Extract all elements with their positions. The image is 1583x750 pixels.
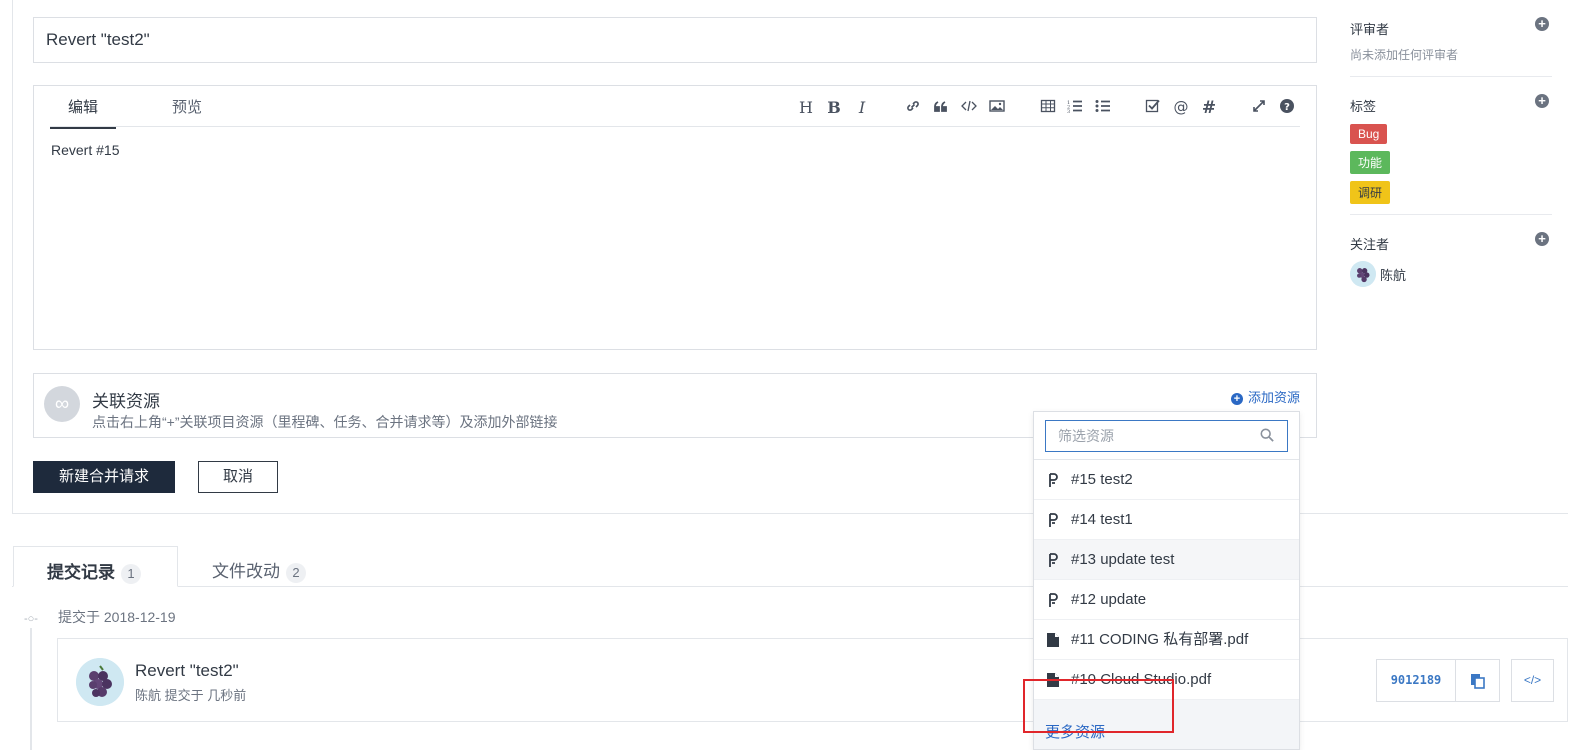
resource-search-wrap <box>1034 412 1299 460</box>
resource-item[interactable]: #11 CODING 私有部署.pdf <box>1034 620 1299 660</box>
add-resource-button[interactable]: + 添加资源 <box>1230 387 1300 406</box>
svg-text:?: ? <box>1284 102 1290 113</box>
unordered-list-icon[interactable] <box>1093 98 1113 114</box>
resource-item[interactable]: #14 test1 <box>1034 500 1299 540</box>
resource-item[interactable]: #15 test2 <box>1034 460 1299 500</box>
timeline-line <box>30 628 32 750</box>
label-bug[interactable]: Bug <box>1350 124 1388 144</box>
resource-item[interactable]: #13 update test <box>1034 540 1299 580</box>
merge-request-icon <box>1049 473 1058 487</box>
code-icon: </> <box>1523 673 1542 687</box>
add-resource-label: 添加资源 <box>1247 390 1300 405</box>
merge-request-icon <box>1049 513 1058 527</box>
resource-item[interactable]: #10 Cloud Studio.pdf <box>1034 660 1299 700</box>
fullscreen-icon[interactable] <box>1249 98 1269 114</box>
reviewers-title: 评审者 <box>1350 22 1390 37</box>
linked-resources-description: 点击右上角“+”关联项目资源（里程碑、任务、合并请求等）及添加外部链接 <box>92 414 558 430</box>
search-icon <box>1260 428 1274 442</box>
avatar <box>1350 261 1376 287</box>
cancel-button[interactable]: 取消 <box>198 461 278 493</box>
watchers-section: 关注者 + 陈航 <box>1350 232 1552 287</box>
file-icon <box>1047 673 1059 687</box>
ordered-list-icon[interactable]: 123 <box>1065 98 1085 114</box>
help-icon[interactable]: ? <box>1277 98 1297 114</box>
tab-files-label: 文件改动 2 <box>212 557 306 583</box>
avatar <box>76 658 124 706</box>
labels-title: 标签 <box>1350 99 1377 114</box>
add-reviewer-icon[interactable]: + <box>1535 17 1549 31</box>
bold-icon[interactable]: B <box>824 98 844 117</box>
tab-file-changes[interactable]: 文件改动 2 <box>212 546 342 587</box>
sidebar-divider <box>1350 214 1552 215</box>
image-icon[interactable] <box>987 98 1007 114</box>
table-icon[interactable] <box>1038 98 1058 114</box>
resource-item[interactable]: #12 update <box>1034 580 1299 620</box>
commit-row: Revert "test2" 陈航 提交于 几秒前 9012189 </> <box>57 638 1568 722</box>
code-icon[interactable] <box>959 98 979 114</box>
watchers-title: 关注者 <box>1350 237 1390 252</box>
plus-icon: + <box>1230 393 1243 405</box>
tab-commits[interactable]: 提交记录 1 <box>13 546 178 587</box>
watcher-name: 陈航 <box>1380 267 1407 283</box>
commit-sha-link[interactable]: 9012189 <box>1376 659 1456 702</box>
commit-title[interactable]: Revert "test2" <box>135 661 239 681</box>
commit-meta: 陈航 提交于 几秒前 <box>135 688 247 703</box>
commit-count-badge: 1 <box>121 564 141 584</box>
mention-icon[interactable]: @ <box>1171 98 1191 116</box>
merge-request-icon <box>1049 553 1058 567</box>
timeline-node-icon: -○- <box>24 613 38 625</box>
copy-sha-button[interactable] <box>1455 659 1500 702</box>
create-merge-request-button[interactable]: 新建合并请求 <box>33 461 175 493</box>
description-textarea[interactable]: Revert #15 <box>51 142 119 158</box>
label-feature[interactable]: 功能 <box>1350 151 1391 174</box>
linked-resources-title: 关联资源 <box>92 392 160 411</box>
resource-search-input[interactable] <box>1045 420 1288 452</box>
hash-icon[interactable]: # <box>1199 98 1219 118</box>
merge-request-icon <box>1049 593 1058 607</box>
title-input[interactable]: Revert "test2" <box>33 17 1317 63</box>
italic-icon[interactable]: I <box>852 98 872 117</box>
add-label-icon[interactable]: + <box>1535 94 1549 108</box>
quote-icon[interactable] <box>931 98 951 114</box>
sidebar-divider <box>1350 76 1552 77</box>
resource-dropdown: #15 test2 #14 test1 #13 update test #12 … <box>1033 411 1300 750</box>
reviewers-section: 评审者 + 尚未添加任何评审者 <box>1350 17 1552 63</box>
link-icon[interactable] <box>903 98 923 114</box>
checkbox-icon[interactable] <box>1143 98 1163 114</box>
svg-text:3: 3 <box>1067 109 1070 114</box>
copy-icon <box>1471 674 1485 689</box>
label-research[interactable]: 调研 <box>1350 181 1391 204</box>
infinity-link-icon: ∞ <box>44 386 80 422</box>
file-icon <box>1047 633 1059 647</box>
description-editor: 编辑 预览 H B I 123 @ # ? Revert #15 <box>33 85 1317 350</box>
editor-toolbar: H B I 123 @ # ? <box>34 98 1318 118</box>
file-count-badge: 2 <box>286 563 306 583</box>
browse-code-button[interactable]: </> <box>1511 659 1554 702</box>
reviewers-empty-text: 尚未添加任何评审者 <box>1350 48 1459 62</box>
labels-section: 标签 + Bug 功能 调研 <box>1350 94 1552 204</box>
add-watcher-icon[interactable]: + <box>1535 232 1549 246</box>
tab-commits-label: 提交记录 1 <box>47 558 141 584</box>
heading-icon[interactable]: H <box>796 98 816 117</box>
watcher-item[interactable]: 陈航 <box>1350 261 1552 287</box>
more-resources-link[interactable]: 更多资源 <box>1034 700 1299 749</box>
commit-date-label: 提交于 2018-12-19 <box>58 609 176 625</box>
